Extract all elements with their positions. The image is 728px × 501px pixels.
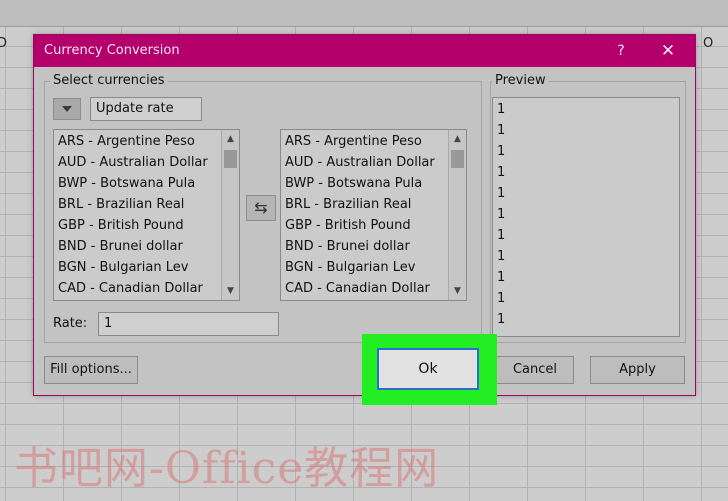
dialog-titlebar[interactable]: Currency Conversion ? ✕ <box>34 35 695 67</box>
scroll-thumb[interactable] <box>224 150 237 168</box>
preview-value: 1 <box>497 165 506 180</box>
swap-currencies-button[interactable]: ⇆ <box>246 195 276 221</box>
apply-button[interactable]: Apply <box>590 356 685 384</box>
scroll-down-icon[interactable]: ▼ <box>449 283 466 299</box>
select-currencies-label: Select currencies <box>50 73 168 88</box>
list-item[interactable]: BRL - Brazilian Real <box>285 197 411 212</box>
list-item[interactable]: BGN - Bulgarian Lev <box>58 260 188 275</box>
update-rate-dropdown-button[interactable] <box>53 98 81 120</box>
preview-value: 1 <box>497 186 506 201</box>
source-list-scrollbar[interactable]: ▲ ▼ <box>221 130 239 300</box>
list-item[interactable]: GBP - British Pound <box>58 218 184 233</box>
list-item[interactable]: BWP - Botswana Pula <box>285 176 422 191</box>
preview-value: 1 <box>497 291 506 306</box>
list-item[interactable]: BND - Brunei dollar <box>58 239 183 254</box>
fill-options-button[interactable]: Fill options... <box>44 356 138 384</box>
dialog-title: Currency Conversion <box>44 43 180 58</box>
list-item[interactable]: BRL - Brazilian Real <box>58 197 184 212</box>
preview-value: 1 <box>497 249 506 264</box>
preview-value: 1 <box>497 228 506 243</box>
close-button[interactable]: ✕ <box>654 40 682 62</box>
target-currency-list[interactable]: ARS - Argentine Peso AUD - Australian Do… <box>280 129 467 301</box>
scroll-down-icon[interactable]: ▼ <box>222 283 239 299</box>
list-item[interactable]: CAD - Canadian Dollar <box>58 281 203 296</box>
list-item[interactable]: CAD - Canadian Dollar <box>285 281 430 296</box>
help-button[interactable]: ? <box>609 40 633 62</box>
preview-value: 1 <box>497 102 506 117</box>
list-item[interactable]: ARS - Argentine Peso <box>285 134 422 149</box>
target-list-scrollbar[interactable]: ▲ ▼ <box>448 130 466 300</box>
list-item[interactable]: BND - Brunei dollar <box>285 239 410 254</box>
list-item[interactable]: AUD - Australian Dollar <box>285 155 435 170</box>
scroll-up-icon[interactable]: ▲ <box>222 131 239 147</box>
ok-button[interactable]: Ok <box>377 348 479 390</box>
preview-label: Preview <box>492 73 549 88</box>
preview-value: 1 <box>497 270 506 285</box>
list-item[interactable]: AUD - Australian Dollar <box>58 155 208 170</box>
scroll-up-icon[interactable]: ▲ <box>449 131 466 147</box>
cancel-button[interactable]: Cancel <box>496 356 574 384</box>
scroll-thumb[interactable] <box>451 150 464 168</box>
update-rate-field[interactable]: Update rate <box>90 97 202 121</box>
column-header-fragment-left: D <box>0 36 8 51</box>
column-header-fragment-right: O <box>703 36 714 51</box>
rate-input[interactable]: 1 <box>98 312 279 336</box>
list-item[interactable]: BGN - Bulgarian Lev <box>285 260 415 275</box>
preview-list[interactable]: 1 1 1 1 1 1 1 1 1 1 1 <box>492 97 680 337</box>
preview-value: 1 <box>497 207 506 222</box>
list-item[interactable]: BWP - Botswana Pula <box>58 176 195 191</box>
spreadsheet-header <box>0 0 728 27</box>
list-item[interactable]: ARS - Argentine Peso <box>58 134 195 149</box>
preview-value: 1 <box>497 123 506 138</box>
list-item[interactable]: GBP - British Pound <box>285 218 411 233</box>
rate-label: Rate: <box>53 316 88 331</box>
watermark-text: 书吧网-Office教程网 <box>14 443 440 494</box>
source-currency-list[interactable]: ARS - Argentine Peso AUD - Australian Do… <box>53 129 240 301</box>
preview-value: 1 <box>497 312 506 327</box>
preview-value: 1 <box>497 144 506 159</box>
